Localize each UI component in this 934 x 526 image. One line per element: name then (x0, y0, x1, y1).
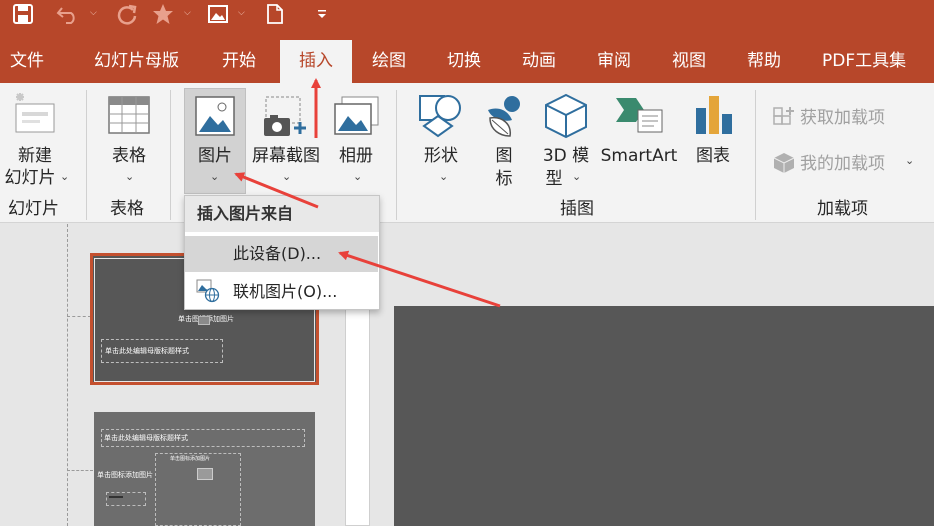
annotation-arrow-device (338, 250, 501, 308)
annotation-arrow-pictures (234, 172, 319, 209)
annotation-arrows (234, 78, 501, 308)
